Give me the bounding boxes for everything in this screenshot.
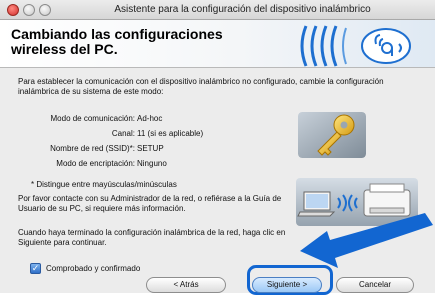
setting-value: SETUP <box>137 144 164 153</box>
setting-value: Ad-hoc <box>137 114 163 123</box>
wizard-window: Asistente para la configuración del disp… <box>0 0 435 295</box>
page-title: Cambiando las configuraciones wireless d… <box>11 26 223 57</box>
setting-channel: Canal: 11 (si es aplicable) <box>30 128 280 140</box>
cancel-button[interactable]: Cancelar <box>336 277 414 293</box>
back-button[interactable]: < Atrás <box>146 277 226 293</box>
key-icon <box>298 112 366 158</box>
wireless-logo-icon <box>300 25 411 67</box>
finish-instructions-text: Cuando haya terminado la configuración i… <box>18 228 286 247</box>
setting-encryption: Modo de encriptación: Ninguno <box>30 158 280 170</box>
confirm-checkbox-label: Comprobado y confirmado <box>46 264 141 273</box>
next-button[interactable]: Siguiente > <box>252 277 322 293</box>
intro-text: Para establecer la comunicación con el d… <box>18 77 384 96</box>
setting-communication-mode: Modo de comunicación: Ad-hoc <box>30 113 280 125</box>
setting-label: Canal: <box>111 129 135 138</box>
case-sensitive-note: * Distingue entre mayúsculas/minúsculas <box>31 180 177 189</box>
title-bar: Asistente para la configuración del disp… <box>0 0 435 20</box>
setting-value: 11 (si es aplicable) <box>137 129 204 138</box>
setting-label: Modo de comunicación: <box>50 114 136 123</box>
minimize-icon[interactable] <box>23 4 35 16</box>
setting-value: Ninguno <box>137 159 167 168</box>
zoom-icon[interactable] <box>39 4 51 16</box>
setting-label: Modo de encriptación: <box>56 159 135 168</box>
contact-admin-text: Por favor contacte con su Administrador … <box>18 194 282 213</box>
setting-ssid: Nombre de red (SSID)*: SETUP <box>30 143 280 155</box>
window-title: Asistente para la configuración del disp… <box>114 4 371 15</box>
setting-label: Nombre de red (SSID)*: <box>50 144 135 153</box>
confirm-checkbox[interactable]: ✓ <box>30 263 41 274</box>
close-icon[interactable] <box>7 4 19 16</box>
laptop-printer-wireless-icon <box>296 178 418 226</box>
